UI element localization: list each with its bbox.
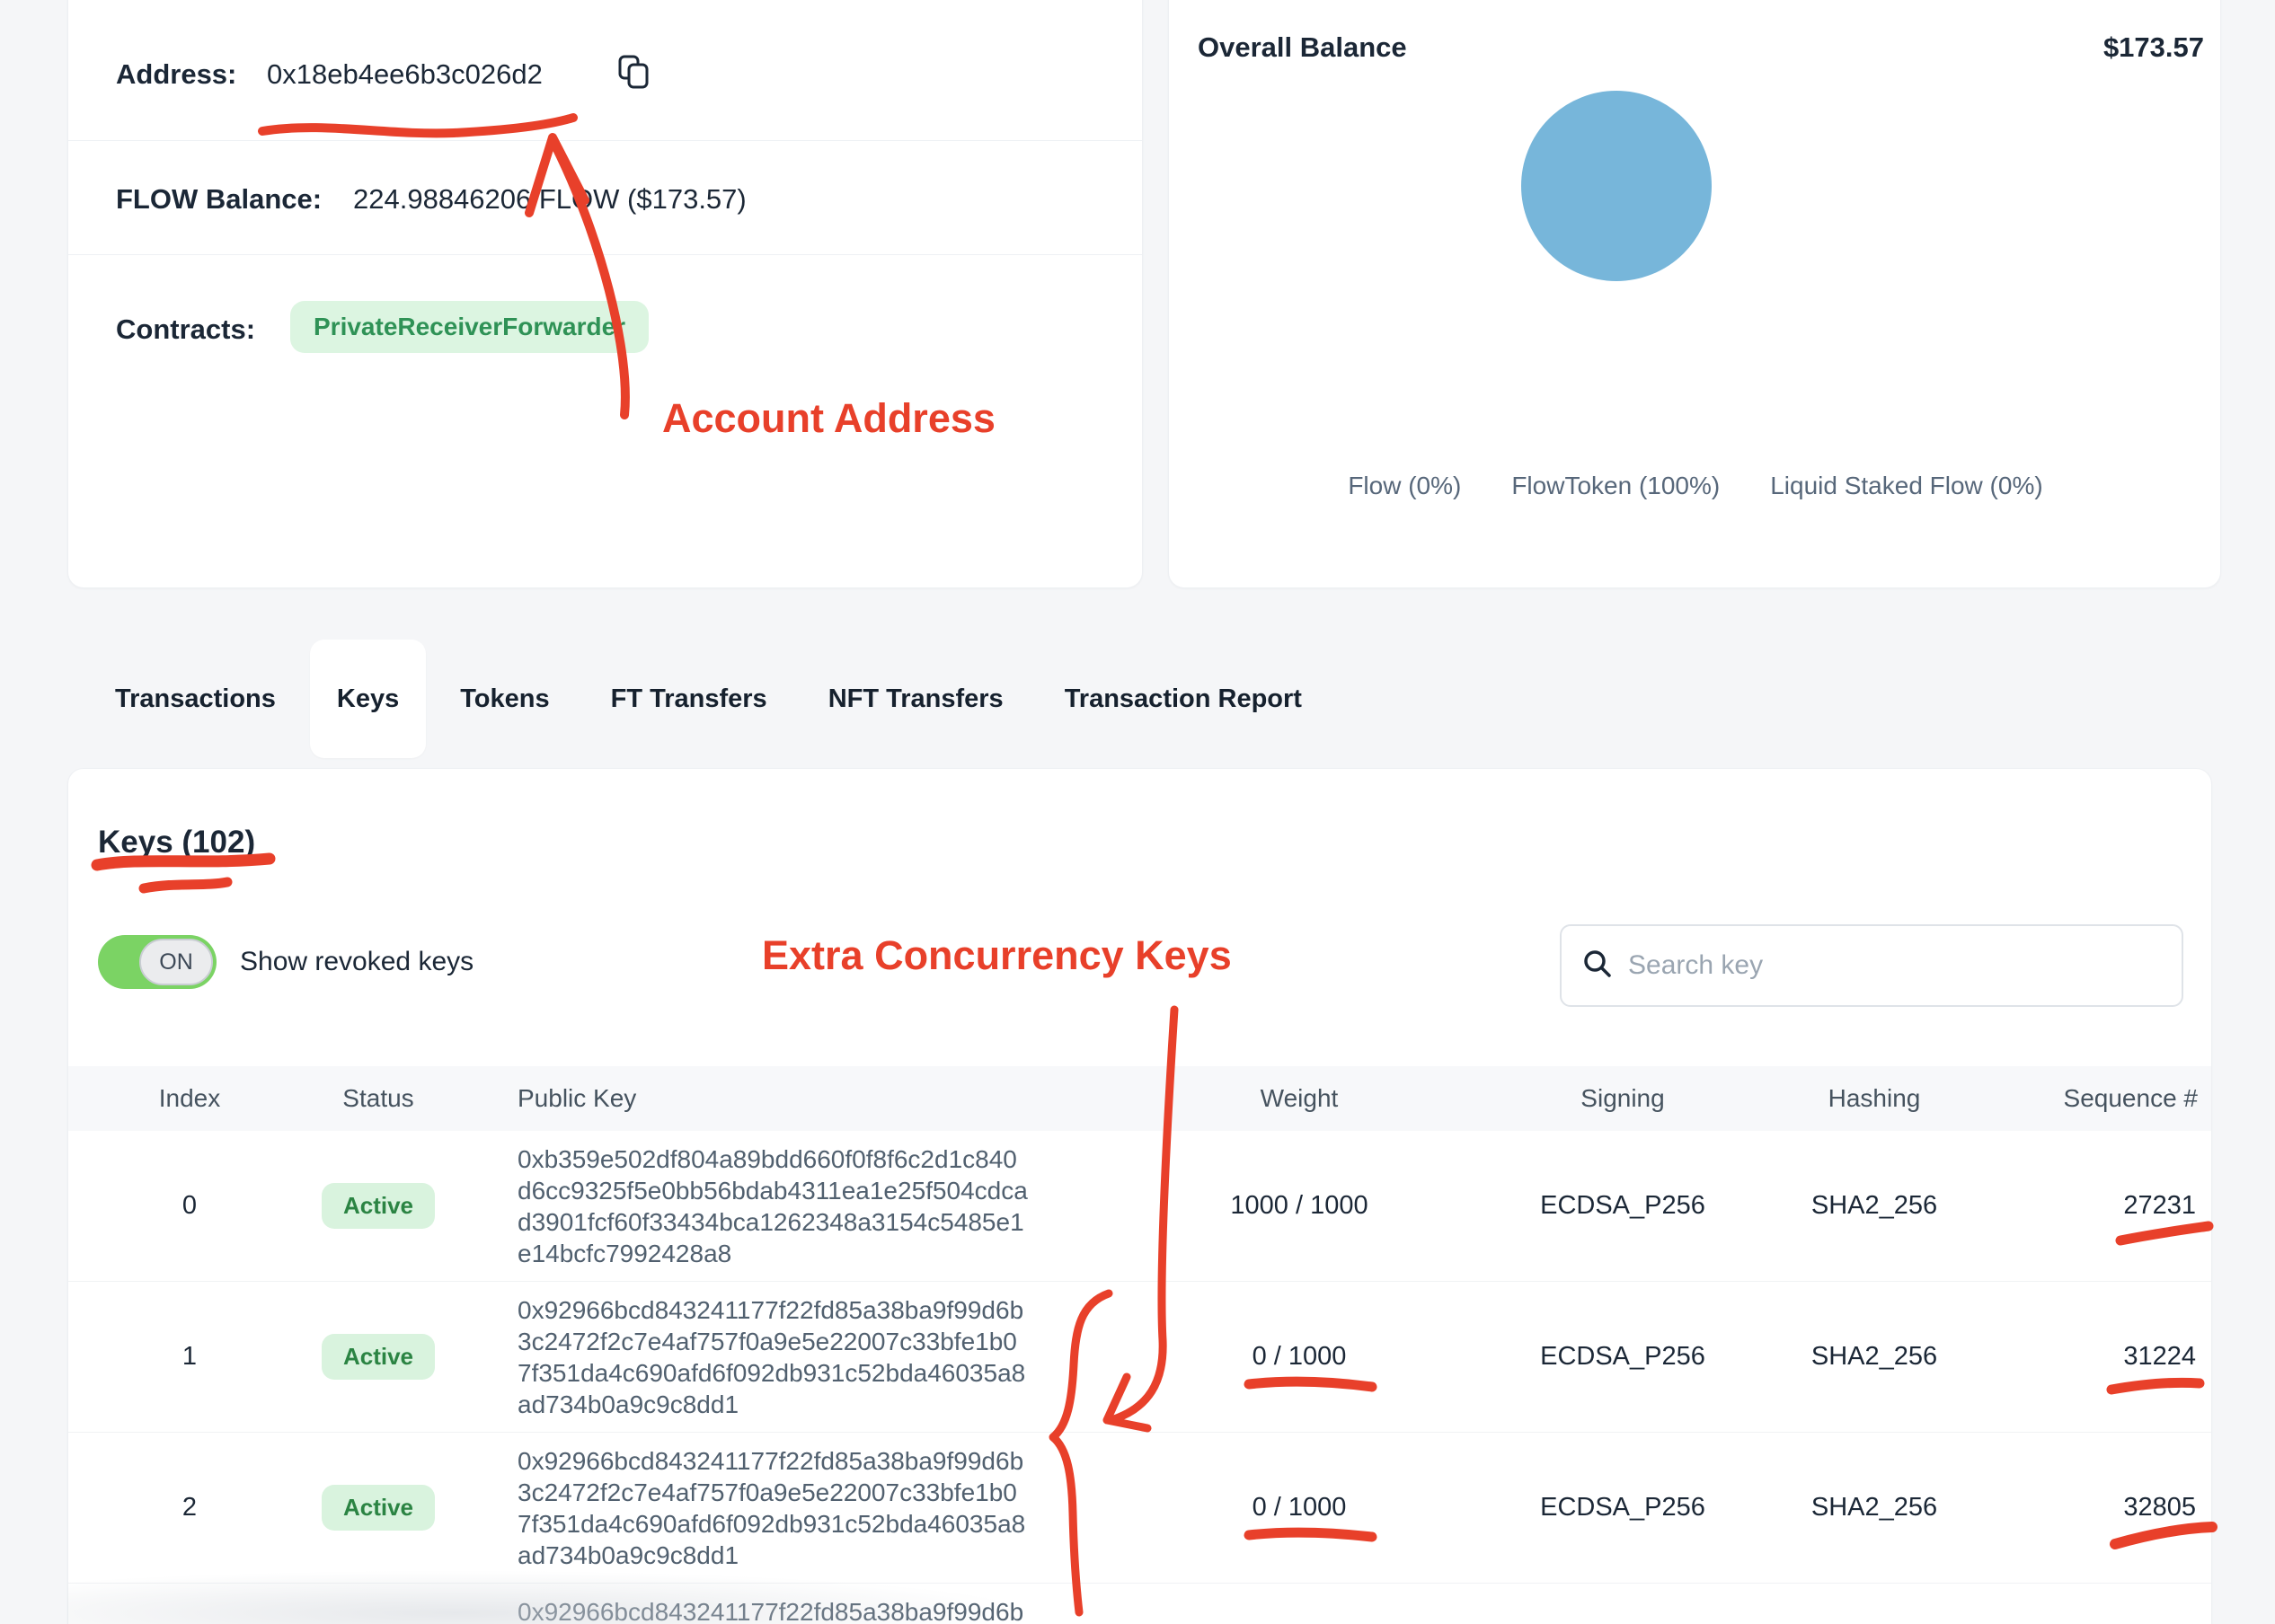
legend-item: Flow (0%) [1348, 472, 1461, 500]
public-key: 0x92966bcd843241177f22fd85a38ba9f99d6b3c… [491, 1445, 1030, 1571]
key-sequence: 27231 [2123, 1191, 2198, 1221]
revoked-keys-toggle-row: ON Show revoked keys [98, 935, 474, 989]
balance-donut-chart [1521, 91, 1712, 281]
account-info-card: Address: 0x18eb4ee6b3c026d2 FLOW Balance… [67, 0, 1143, 588]
key-search-box [1560, 924, 2183, 1007]
flow-balance-value: 224.98846206 FLOW ($173.57) [353, 183, 747, 216]
divider [68, 140, 1142, 141]
public-key: 0x92966bcd843241177f22fd85a38ba9f99d6b3c… [491, 1294, 1030, 1420]
search-icon [1581, 948, 1614, 984]
col-header-weight: Weight [1261, 1084, 1339, 1113]
donut-legend: Flow (0%) FlowToken (100%) Liquid Staked F… [1169, 472, 2222, 500]
overall-balance-card: Overall Balance $173.57 Flow (0%) FlowTok… [1168, 0, 2221, 588]
key-search-input[interactable] [1628, 950, 2162, 981]
account-tabs: TransactionsKeysTokensFT TransfersNFT Tr… [88, 640, 1329, 758]
toggle-knob[interactable]: ON [139, 939, 213, 985]
key-signing: ECDSA_P256 [1540, 1342, 1705, 1372]
key-signing: ECDSA_P256 [1540, 1493, 1705, 1522]
key-row-1: 1 Active 0x92966bcd843241177f22fd85a38ba9f… [68, 1282, 2211, 1433]
show-revoked-toggle[interactable]: ON [98, 935, 217, 989]
key-index: 0 [182, 1191, 197, 1221]
key-weight: 1000 / 1000 [1230, 1191, 1368, 1221]
keys-card: Keys (102) ON Show revoked keys Index Sta… [67, 768, 2212, 1624]
tab-transaction-report[interactable]: Transaction Report [1038, 640, 1329, 758]
status-badge: Active [322, 1485, 435, 1531]
key-hashing: SHA2_256 [1811, 1342, 1937, 1372]
status-badge: Active [322, 1334, 435, 1380]
flow-explorer-page: Address: 0x18eb4ee6b3c026d2 FLOW Balance… [0, 0, 2275, 1624]
key-sequence: 32805 [2123, 1493, 2198, 1522]
flow-balance-label: FLOW Balance: [116, 183, 322, 216]
contracts-label: Contracts: [116, 313, 255, 346]
copy-address-icon[interactable] [615, 53, 652, 95]
address-value: 0x18eb4ee6b3c026d2 [267, 58, 543, 91]
key-index: 2 [182, 1493, 197, 1522]
keys-table: Index Status Public Key Weight Signing Hashin… [68, 1066, 2211, 1624]
key-row-0: 0 Active 0xb359e502df804a89bdd660f0f8f6c2d… [68, 1131, 2211, 1282]
show-revoked-label: Show revoked keys [240, 947, 474, 977]
legend-item: FlowToken (100%) [1511, 472, 1720, 500]
divider [68, 254, 1142, 255]
tab-tokens[interactable]: Tokens [433, 640, 576, 758]
toggle-state-label: ON [159, 949, 193, 975]
key-hashing: SHA2_256 [1811, 1493, 1937, 1522]
key-weight: 0 / 1000 [1253, 1342, 1347, 1372]
col-header-public-key: Public Key [491, 1084, 636, 1113]
key-weight: 0 / 1000 [1253, 1493, 1347, 1522]
col-header-sequence-: Sequence # [2064, 1084, 2198, 1113]
status-badge: Active [322, 1183, 435, 1229]
tab-ft-transfers[interactable]: FT Transfers [584, 640, 794, 758]
tab-keys[interactable]: Keys [310, 640, 426, 758]
key-signing: ECDSA_P256 [1540, 1191, 1705, 1221]
blur-smudge [67, 1570, 1038, 1624]
tab-nft-transfers[interactable]: NFT Transfers [801, 640, 1031, 758]
col-header-status: Status [342, 1084, 413, 1113]
overall-balance-amount: $173.57 [2103, 31, 2204, 64]
contract-badge[interactable]: PrivateReceiverForwarder [290, 301, 649, 353]
keys-table-body: 0 Active 0xb359e502df804a89bdd660f0f8f6c2d… [68, 1131, 2211, 1624]
legend-item: Liquid Staked Flow (0%) [1770, 472, 2042, 500]
col-header-hashing: Hashing [1828, 1084, 1921, 1113]
key-sequence: 31224 [2123, 1342, 2198, 1372]
key-row-2: 2 Active 0x92966bcd843241177f22fd85a38ba9f… [68, 1433, 2211, 1584]
tab-transactions[interactable]: Transactions [88, 640, 303, 758]
col-header-signing: Signing [1580, 1084, 1664, 1113]
key-index: 1 [182, 1342, 197, 1372]
public-key: 0xb359e502df804a89bdd660f0f8f6c2d1c840d6… [491, 1143, 1030, 1269]
key-hashing: SHA2_256 [1811, 1191, 1937, 1221]
col-header-index: Index [159, 1084, 221, 1113]
overall-balance-title: Overall Balance [1198, 31, 1407, 64]
address-label: Address: [116, 58, 236, 91]
keys-table-header: Index Status Public Key Weight Signing Hashin… [68, 1066, 2211, 1131]
keys-section-title: Keys (102) [98, 825, 255, 861]
